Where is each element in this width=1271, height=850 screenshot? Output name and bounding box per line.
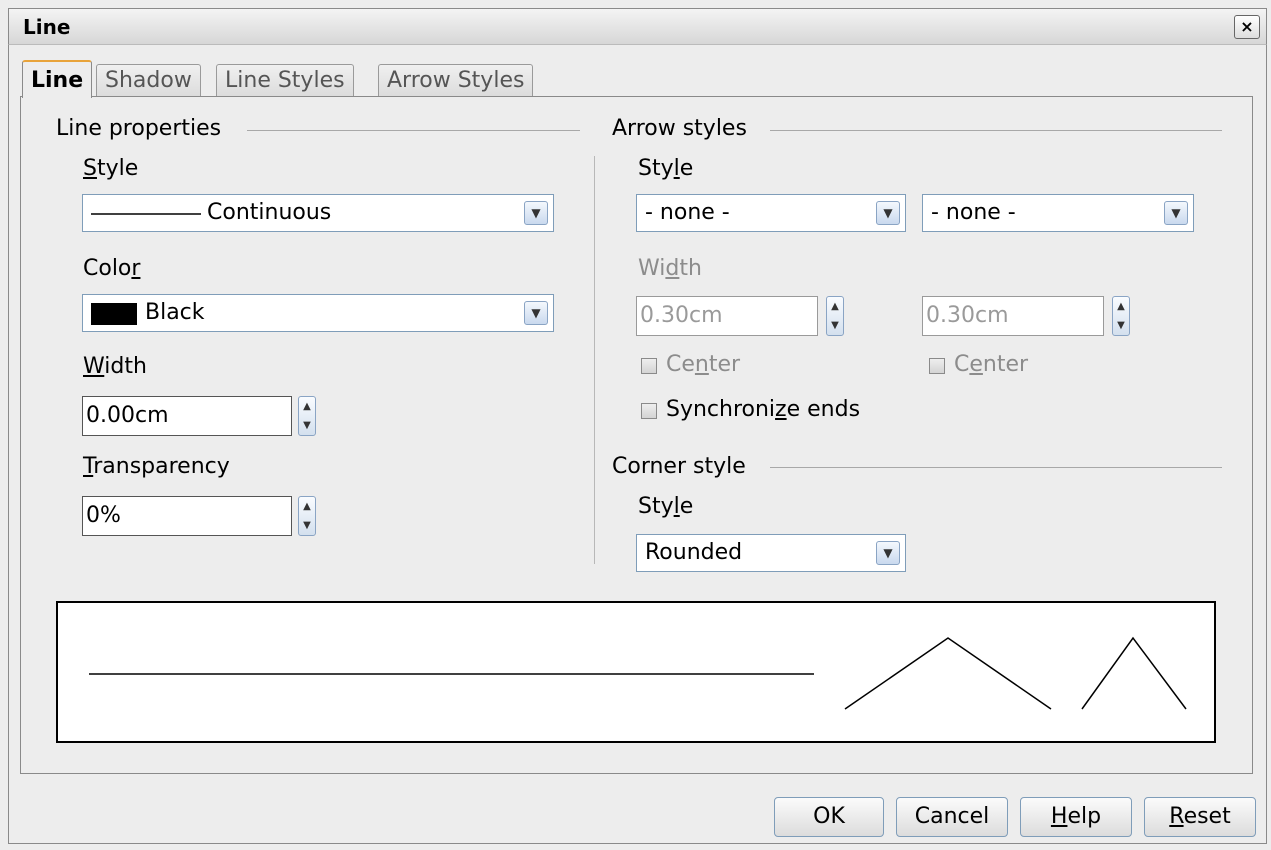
ok-button[interactable]: OK <box>774 797 884 837</box>
arrow-start-style-select[interactable]: - none - ▼ <box>636 194 906 232</box>
line-color-value: Black <box>145 300 205 325</box>
cancel-button[interactable]: Cancel <box>896 797 1008 837</box>
line-preview <box>56 601 1216 743</box>
arrow-styles-heading: Arrow styles <box>612 116 747 141</box>
group-divider <box>247 130 580 131</box>
corner-style-select[interactable]: Rounded ▼ <box>636 534 906 572</box>
chevron-down-icon[interactable]: ▼ <box>1164 201 1188 225</box>
line-style-label: Style <box>83 156 139 181</box>
tab-line-styles[interactable]: Line Styles <box>216 64 354 96</box>
line-color-select[interactable]: Black ▼ <box>82 294 554 332</box>
line-properties-heading: Line properties <box>56 116 222 141</box>
tab-line[interactable]: Line <box>22 60 93 98</box>
preview-graphic <box>89 636 1187 710</box>
spin-arrows-icon[interactable]: ▲ ▼ <box>826 296 844 336</box>
transparency-value: 0% <box>86 503 121 528</box>
line-style-select[interactable]: Continuous ▼ <box>82 194 554 232</box>
tab-arrow-styles[interactable]: Arrow Styles <box>378 64 534 96</box>
corner-style-label: Style <box>638 494 694 519</box>
window-title: Line <box>23 15 71 39</box>
arrow-end-style-value: - none - <box>931 200 1016 225</box>
corner-style-heading: Corner style <box>612 454 746 479</box>
group-divider <box>770 130 1222 131</box>
arrow-start-style-value: - none - <box>645 200 730 225</box>
center-start-checkbox[interactable] <box>641 358 657 374</box>
transparency-field[interactable]: 0% <box>82 496 292 536</box>
spin-arrows-icon[interactable]: ▲ ▼ <box>298 496 316 536</box>
column-divider <box>594 156 595 564</box>
arrow-end-width-field[interactable]: 0.30cm <box>922 296 1104 336</box>
line-color-label: Color <box>83 256 141 281</box>
chevron-down-icon[interactable]: ▼ <box>876 201 900 225</box>
chevron-down-icon[interactable]: ▼ <box>524 301 548 325</box>
arrow-end-style-select[interactable]: - none - ▼ <box>922 194 1194 232</box>
chevron-down-icon[interactable]: ▼ <box>876 541 900 565</box>
corner-style-value: Rounded <box>645 540 743 565</box>
arrow-start-width-value: 0.30cm <box>640 303 723 328</box>
spin-arrows-icon[interactable]: ▲ ▼ <box>1112 296 1130 336</box>
arrow-start-width-field[interactable]: 0.30cm <box>636 296 818 336</box>
spin-arrows-icon[interactable]: ▲ ▼ <box>298 396 316 436</box>
chevron-down-icon[interactable]: ▼ <box>524 201 548 225</box>
center-end-label: Center <box>954 352 1029 377</box>
center-start-label: Center <box>666 352 741 377</box>
reset-button[interactable]: Reset <box>1144 797 1256 837</box>
close-icon[interactable]: × <box>1234 15 1260 39</box>
line-width-label: Width <box>83 354 147 379</box>
arrow-width-label: Width <box>638 256 702 281</box>
synchronize-ends-checkbox[interactable] <box>641 403 657 419</box>
group-divider <box>770 467 1222 468</box>
center-end-checkbox[interactable] <box>929 358 945 374</box>
help-button[interactable]: Help <box>1020 797 1132 837</box>
tab-shadow[interactable]: Shadow <box>96 64 201 96</box>
color-swatch <box>91 303 137 325</box>
line-width-field[interactable]: 0.00cm <box>82 396 292 436</box>
arrow-end-width-value: 0.30cm <box>926 303 1009 328</box>
synchronize-ends-label: Synchronize ends <box>666 397 861 422</box>
title-bar: Line × <box>8 8 1267 45</box>
line-style-value: Continuous <box>207 200 332 225</box>
line-width-value: 0.00cm <box>86 403 169 428</box>
transparency-label: Transparency <box>83 454 230 479</box>
continuous-line-swatch <box>91 213 201 215</box>
arrow-style-label: Style <box>638 156 694 181</box>
